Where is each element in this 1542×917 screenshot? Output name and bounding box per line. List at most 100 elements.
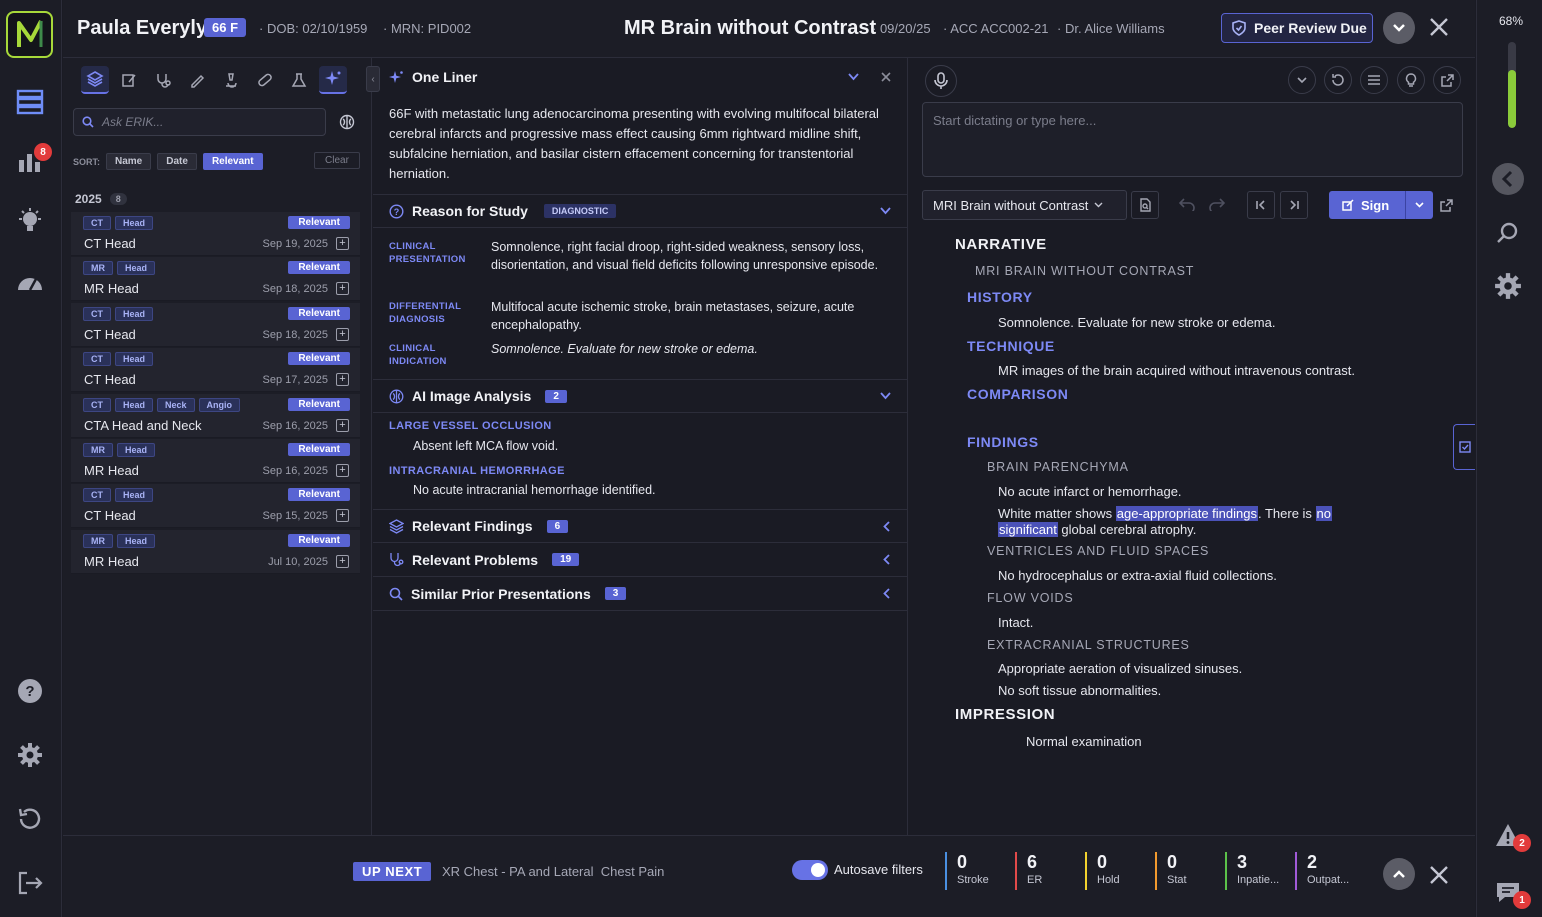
- worklist-stat[interactable]: 2 Outpat...: [1295, 852, 1349, 890]
- add-comparison-icon[interactable]: +: [336, 327, 349, 341]
- study-list-item[interactable]: MR Head Relevant MR Head Sep 18, 2025 +: [71, 257, 360, 302]
- dictation-input[interactable]: Start dictating or type here...: [922, 102, 1463, 177]
- popout-button[interactable]: [1433, 66, 1461, 94]
- similar-priors-header[interactable]: Similar Prior Presentations 3: [373, 577, 907, 611]
- add-comparison-icon[interactable]: +: [336, 282, 349, 296]
- add-comparison-icon[interactable]: +: [336, 554, 349, 568]
- report-technique-text[interactable]: MR images of the brain acquired without …: [998, 363, 1355, 378]
- microscope-tool[interactable]: [217, 66, 245, 94]
- report-white-matter-text[interactable]: White matter shows age-appropriate findi…: [998, 506, 1378, 538]
- ai-image-analysis-header[interactable]: AI Image Analysis 2: [373, 379, 907, 413]
- highlighted-phrase[interactable]: age-appropriate findings: [1115, 506, 1258, 521]
- stethoscope-tool[interactable]: [149, 66, 177, 94]
- add-comparison-icon[interactable]: +: [336, 373, 349, 387]
- worklist-stat[interactable]: 0 Stroke: [945, 852, 989, 890]
- sign-options-dropdown[interactable]: [1406, 202, 1433, 208]
- add-comparison-icon[interactable]: +: [336, 509, 349, 523]
- sign-button[interactable]: Sign: [1329, 191, 1433, 219]
- report-extracranial-text-2[interactable]: No soft tissue abnormalities.: [998, 683, 1161, 698]
- history-icon[interactable]: [10, 799, 50, 839]
- highlighted-phrase[interactable]: significant: [998, 522, 1058, 537]
- reset-button[interactable]: [1324, 66, 1352, 94]
- logout-icon[interactable]: [10, 863, 50, 903]
- worklist-stat[interactable]: 6 ER: [1015, 852, 1042, 890]
- report-exam-title[interactable]: MRI BRAIN WITHOUT CONTRAST: [975, 264, 1194, 278]
- study-list-item[interactable]: CT Head Relevant CT Head Sep 17, 2025 +: [71, 348, 360, 393]
- report-history-text[interactable]: Somnolence. Evaluate for new stroke or e…: [998, 315, 1275, 330]
- worklist-icon[interactable]: [10, 82, 50, 122]
- study-list-item[interactable]: CT Head Relevant CT Head Sep 15, 2025 +: [71, 484, 360, 529]
- list-button[interactable]: [1360, 66, 1388, 94]
- sort-date-button[interactable]: Date: [157, 153, 197, 170]
- settings-icon[interactable]: [10, 735, 50, 775]
- header-expand-button[interactable]: [1383, 12, 1415, 44]
- clear-sort-button[interactable]: Clear: [314, 152, 360, 169]
- dashboard-icon[interactable]: [10, 262, 50, 302]
- year-group-header[interactable]: 2025 8: [75, 192, 127, 206]
- redo-button[interactable]: [1209, 197, 1225, 211]
- worklist-stat[interactable]: 0 Hold: [1085, 852, 1120, 890]
- pen-tool[interactable]: [183, 66, 211, 94]
- report-side-tab[interactable]: [1453, 424, 1475, 470]
- reason-for-study-header[interactable]: ? Reason for Study DIAGNOSTIC: [373, 194, 907, 228]
- relevant-problems-header[interactable]: Relevant Problems 19: [373, 543, 907, 577]
- help-icon[interactable]: ?: [10, 671, 50, 711]
- worklist-stat[interactable]: 3 Inpatie...: [1225, 852, 1279, 890]
- add-comparison-icon[interactable]: +: [336, 237, 349, 250]
- previous-field-button[interactable]: [1247, 191, 1275, 219]
- next-field-button[interactable]: [1280, 191, 1308, 219]
- chevron-down-icon[interactable]: [848, 73, 859, 81]
- autosave-toggle[interactable]: [792, 860, 828, 880]
- peer-review-button[interactable]: Peer Review Due: [1221, 13, 1373, 43]
- report-flow-voids-text[interactable]: Intact.: [998, 615, 1033, 630]
- chevron-left-icon[interactable]: [883, 554, 891, 565]
- ai-sparkle-tool[interactable]: [319, 66, 347, 94]
- dropdown-button[interactable]: [1288, 66, 1316, 94]
- ask-erik-input[interactable]: Ask ERIK...: [73, 108, 326, 136]
- study-list-item[interactable]: MR Head Relevant MR Head Jul 10, 2025 +: [71, 529, 360, 574]
- worklist-stat[interactable]: 0 Stat: [1155, 852, 1187, 890]
- close-footer-button[interactable]: [1429, 865, 1449, 885]
- preferences-button[interactable]: [1491, 269, 1525, 303]
- brain-icon[interactable]: [339, 114, 355, 130]
- microphone-button[interactable]: [925, 65, 957, 97]
- relevant-findings-header[interactable]: Relevant Findings 6: [373, 509, 907, 543]
- pill-tool[interactable]: [251, 66, 279, 94]
- alerts-button[interactable]: 2: [1491, 818, 1531, 852]
- study-list-item[interactable]: MR Head Relevant MR Head Sep 16, 2025 +: [71, 439, 360, 483]
- messages-button[interactable]: 1: [1491, 875, 1531, 909]
- report-extracranial-text-1[interactable]: Appropriate aeration of visualized sinus…: [998, 661, 1242, 676]
- close-study-button[interactable]: [1429, 17, 1449, 37]
- report-parenchyma-text[interactable]: No acute infarct or hemorrhage.: [998, 484, 1182, 499]
- close-icon[interactable]: [881, 72, 891, 82]
- global-search-button[interactable]: [1491, 216, 1525, 250]
- highlighted-phrase[interactable]: no: [1315, 506, 1333, 521]
- chevron-down-icon[interactable]: [880, 392, 891, 400]
- undo-button[interactable]: [1179, 197, 1195, 211]
- chevron-left-icon[interactable]: [883, 588, 891, 599]
- lab-flask-tool[interactable]: [285, 66, 313, 94]
- add-comparison-icon[interactable]: +: [336, 464, 349, 477]
- report-impression-text[interactable]: Normal examination: [1026, 734, 1142, 749]
- collapse-right-button[interactable]: [1491, 162, 1525, 196]
- up-next-study[interactable]: XR Chest - PA and Lateral Chest Pain: [442, 864, 664, 879]
- sort-relevant-button[interactable]: Relevant: [202, 153, 263, 170]
- footer-expand-button[interactable]: [1383, 858, 1415, 890]
- chevron-left-icon[interactable]: [883, 520, 891, 532]
- study-list-item[interactable]: CT Head Neck Angio Relevant CTA Head and Neck…: [71, 393, 360, 438]
- app-logo[interactable]: [6, 11, 53, 58]
- study-list-item[interactable]: CT Head Relevant CT Head Sep 18, 2025 +: [71, 302, 360, 347]
- report-ventricles-text[interactable]: No hydrocephalus or extra-axial fluid co…: [998, 568, 1277, 583]
- study-list-item[interactable]: CT Head Relevant CT Head Sep 19, 2025 +: [71, 212, 360, 256]
- report-popout-button[interactable]: [1432, 191, 1460, 219]
- edit-note-tool[interactable]: [115, 66, 143, 94]
- layers-tool[interactable]: [81, 66, 109, 94]
- chevron-down-icon[interactable]: [880, 207, 891, 215]
- template-file-button[interactable]: [1131, 191, 1159, 219]
- one-liner-header[interactable]: One Liner: [373, 60, 907, 94]
- analytics-icon[interactable]: 8: [10, 141, 52, 181]
- suggestions-button[interactable]: [1397, 66, 1425, 94]
- up-next-badge[interactable]: UP NEXT: [353, 862, 432, 881]
- sort-name-button[interactable]: Name: [106, 153, 152, 170]
- insights-icon[interactable]: [10, 201, 50, 241]
